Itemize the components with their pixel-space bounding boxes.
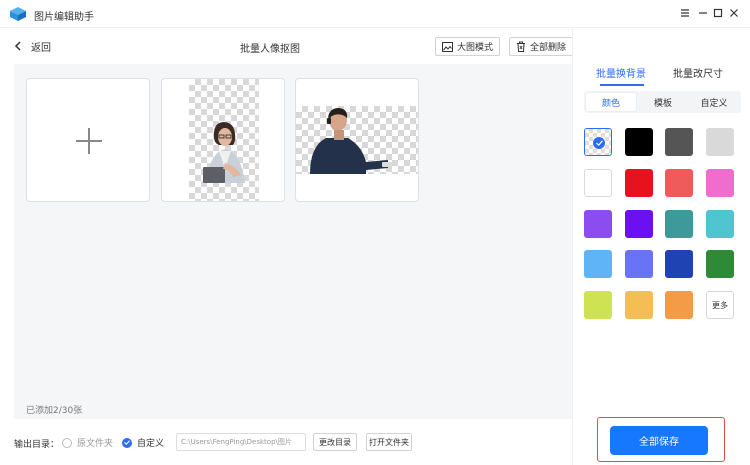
segment-color[interactable]: 颜色 xyxy=(586,93,636,111)
background-type-segment: 颜色 模板 自定义 xyxy=(584,91,741,113)
title-bar: 图片编辑助手 xyxy=(0,0,750,28)
color-swatch[interactable] xyxy=(706,169,734,197)
image-card-1[interactable] xyxy=(161,78,285,202)
app-logo-icon xyxy=(10,7,26,21)
color-swatch[interactable] xyxy=(665,291,693,319)
man-portrait-image xyxy=(310,108,392,174)
chevron-left-icon xyxy=(12,40,24,52)
large-view-label: 大图模式 xyxy=(457,43,494,53)
image-icon xyxy=(442,41,453,52)
app-title: 图片编辑助手 xyxy=(34,12,94,23)
color-swatch[interactable] xyxy=(665,169,693,197)
color-swatch[interactable] xyxy=(625,128,653,156)
plus-icon xyxy=(76,128,102,154)
output-directory-label: 输出目录： xyxy=(14,440,60,450)
output-path-field[interactable] xyxy=(176,433,306,451)
color-swatch[interactable] xyxy=(625,250,653,278)
right-panel: 批量换背景 批量改尺寸 颜色 模板 自定义 更多 xyxy=(572,28,750,465)
color-swatch[interactable] xyxy=(584,291,612,319)
minimize-icon[interactable] xyxy=(696,6,710,20)
maximize-icon[interactable] xyxy=(711,6,725,20)
color-swatch[interactable] xyxy=(625,169,653,197)
custom-folder-label: 自定义 xyxy=(137,439,165,449)
segment-template[interactable]: 模板 xyxy=(638,93,688,111)
color-swatch[interactable] xyxy=(665,250,693,278)
original-folder-radio[interactable]: 原文件夹 xyxy=(62,436,113,449)
image-card-2[interactable] xyxy=(295,78,419,202)
delete-all-label: 全部删除 xyxy=(530,43,567,53)
active-tab-indicator xyxy=(600,84,644,86)
color-swatch[interactable] xyxy=(706,250,734,278)
save-all-button[interactable]: 全部保存 xyxy=(610,426,708,455)
color-swatch[interactable] xyxy=(584,250,612,278)
swatch-transparent[interactable] xyxy=(584,128,612,156)
color-swatch[interactable] xyxy=(584,210,612,238)
custom-folder-radio[interactable]: 自定义 xyxy=(122,436,164,449)
change-directory-button[interactable]: 更改目录 xyxy=(313,433,357,451)
added-count: 已添加2/30张 xyxy=(26,406,83,416)
page-title: 批量人像抠图 xyxy=(240,44,300,55)
color-swatch[interactable] xyxy=(665,210,693,238)
color-swatch[interactable] xyxy=(665,128,693,156)
color-swatch[interactable] xyxy=(584,169,612,197)
open-folder-button[interactable]: 打开文件夹 xyxy=(366,433,412,451)
color-swatch[interactable] xyxy=(706,210,734,238)
color-swatch[interactable] xyxy=(706,128,734,156)
tab-batch-resize[interactable]: 批量改尺寸 xyxy=(673,65,723,80)
more-colors-button[interactable]: 更多 xyxy=(706,291,734,319)
radio-unchecked-icon xyxy=(62,437,72,448)
color-swatch[interactable] xyxy=(625,210,653,238)
back-label: 返回 xyxy=(31,42,51,54)
color-swatch[interactable] xyxy=(625,291,653,319)
close-icon[interactable] xyxy=(727,6,741,20)
original-folder-label: 原文件夹 xyxy=(77,439,114,449)
tab-batch-background[interactable]: 批量换背景 xyxy=(596,65,646,80)
back-button[interactable]: 返回 xyxy=(12,37,51,55)
image-canvas: 已添加2/30张 xyxy=(14,64,572,419)
delete-all-button[interactable]: 全部删除 xyxy=(509,37,574,56)
large-view-button[interactable]: 大图模式 xyxy=(435,37,501,56)
woman-portrait-image xyxy=(203,122,245,183)
segment-custom[interactable]: 自定义 xyxy=(689,93,739,111)
add-image-button[interactable] xyxy=(26,78,150,202)
trash-icon xyxy=(517,41,525,52)
menu-icon[interactable] xyxy=(678,6,692,20)
radio-checked-icon xyxy=(122,437,132,448)
check-icon xyxy=(593,137,605,149)
